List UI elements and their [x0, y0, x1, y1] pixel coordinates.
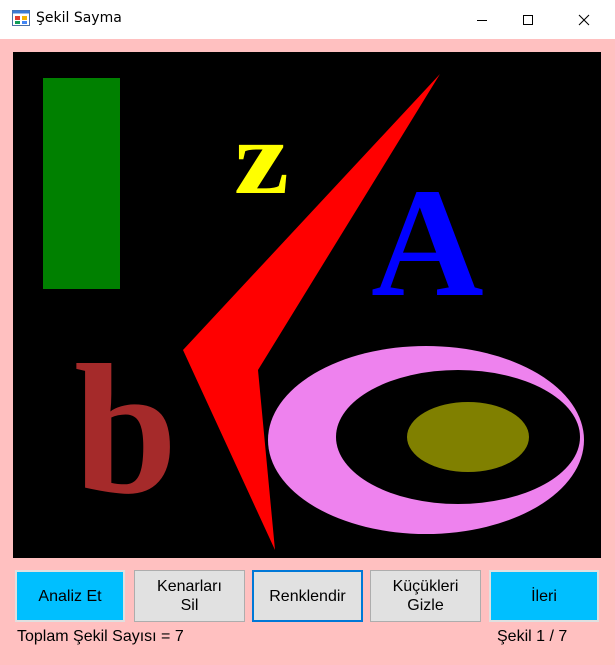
green-rectangle	[43, 78, 120, 289]
letter-z-shape: Z	[234, 99, 289, 216]
olive-ellipse	[407, 402, 529, 472]
letter-a-shape: A	[371, 156, 484, 329]
hide-small-button[interactable]: Küçükleri Gizle	[370, 570, 481, 622]
analyze-button[interactable]: Analiz Et	[15, 570, 125, 622]
close-button[interactable]	[561, 0, 607, 39]
next-button[interactable]: İleri	[489, 570, 599, 622]
remove-edges-button[interactable]: Kenarları Sil	[134, 570, 245, 622]
shape-canvas[interactable]: Z A b	[13, 52, 601, 558]
app-icon	[12, 10, 30, 26]
letter-b-shape: b	[74, 327, 177, 533]
minimize-icon	[477, 19, 487, 21]
window-title: Şekil Sayma	[36, 10, 122, 26]
minimize-button[interactable]	[459, 0, 505, 39]
shape-index-label: Şekil 1 / 7	[497, 628, 568, 645]
close-icon	[578, 14, 590, 25]
maximize-button[interactable]	[505, 0, 551, 39]
maximize-icon	[523, 14, 533, 25]
title-bar: Şekil Sayma	[0, 0, 615, 39]
total-shapes-label: Toplam Şekil Sayısı = 7	[17, 628, 184, 645]
colorize-button[interactable]: Renklendir	[252, 570, 363, 622]
